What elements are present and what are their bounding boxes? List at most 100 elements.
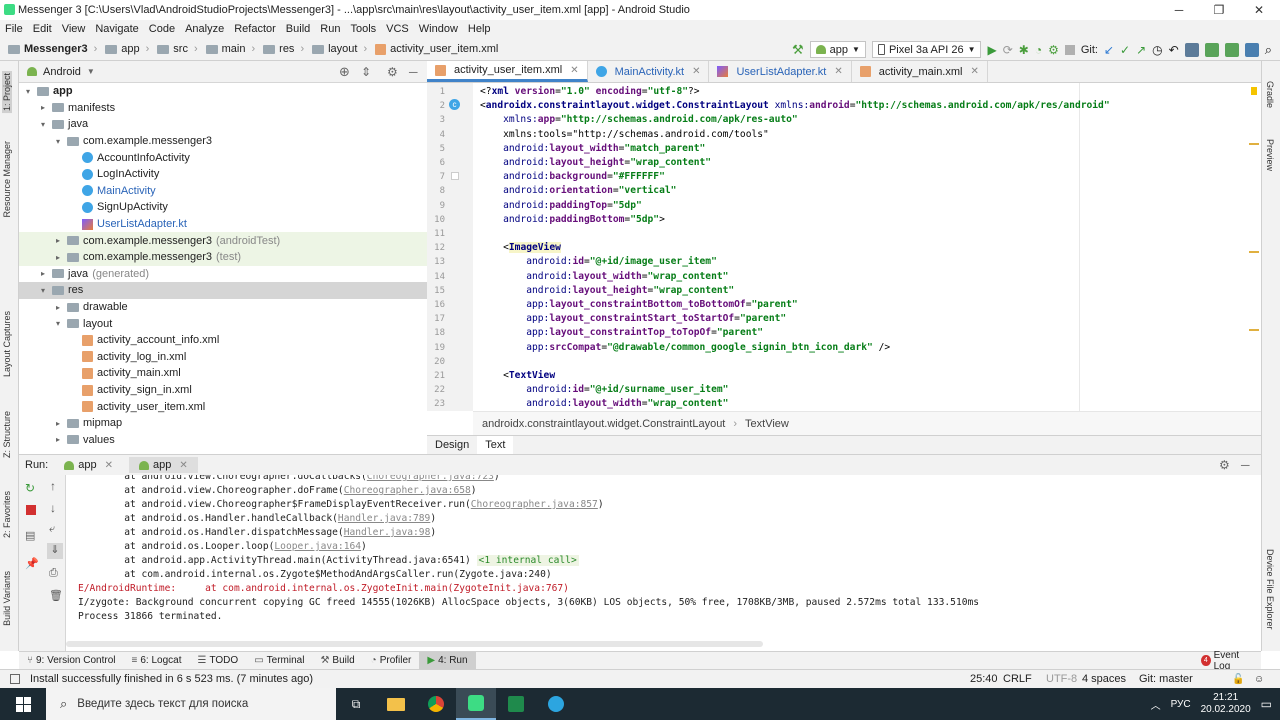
tree-item[interactable]: activity_user_item.xml xyxy=(19,398,427,415)
file-explorer-app[interactable] xyxy=(376,688,416,720)
menu-tools[interactable]: Tools xyxy=(345,23,381,35)
tree-item[interactable]: activity_main.xml xyxy=(19,365,427,382)
close-icon[interactable]: ✕ xyxy=(179,460,187,471)
caret-position[interactable]: 25:40 xyxy=(970,673,998,685)
structure-tab[interactable]: Z: Structure xyxy=(2,411,12,458)
chrome-app[interactable] xyxy=(416,688,456,720)
tree-item[interactable]: ▾ app xyxy=(19,83,427,100)
restore-layout-icon[interactable]: ▤ xyxy=(25,529,35,542)
close-icon[interactable]: ✕ xyxy=(105,460,113,471)
menu-file[interactable]: File xyxy=(0,23,28,35)
close-button[interactable]: ✕ xyxy=(1239,0,1279,20)
chevron-up-icon[interactable]: ︿ xyxy=(1151,697,1161,712)
file-encoding[interactable]: UTF-8 xyxy=(1046,673,1077,685)
resource-manager-tab[interactable]: Resource Manager xyxy=(2,141,12,218)
keyboard-language[interactable]: РУС xyxy=(1171,699,1191,710)
profile-icon[interactable]: ◔ xyxy=(1035,43,1042,57)
project-view-select[interactable]: Android xyxy=(43,66,81,78)
chevron-down-icon[interactable]: ▾ xyxy=(53,137,63,146)
console-text[interactable]: <1 internal call> xyxy=(476,555,579,566)
menu-refactor[interactable]: Refactor xyxy=(229,23,281,35)
run-config-select[interactable]: app ▼ xyxy=(809,41,866,58)
tree-item[interactable]: ▾ java xyxy=(19,116,427,133)
gear-icon[interactable]: ⚙ xyxy=(387,65,398,79)
close-icon[interactable]: ✕ xyxy=(970,66,978,77)
attach-debugger-icon[interactable]: ⚙ xyxy=(1048,43,1059,57)
collapse-icon[interactable]: ⇕ xyxy=(361,65,371,79)
breadcrumb-item[interactable]: androidx.constraintlayout.widget.Constra… xyxy=(482,418,725,430)
run-console[interactable]: at android.view.Choreographer.doCallback… xyxy=(66,475,1261,651)
editor-tab[interactable]: UserListAdapter.kt ✕ xyxy=(709,61,852,82)
menu-view[interactable]: View xyxy=(57,23,91,35)
tree-item[interactable]: activity_log_in.xml xyxy=(19,349,427,366)
taskbar-search-input[interactable]: Введите здесь текст для поиска xyxy=(77,698,248,710)
color-swatch-icon[interactable] xyxy=(451,172,459,180)
breadcrumb-item[interactable]: layout › xyxy=(308,43,371,55)
gradle-tab[interactable]: Gradle xyxy=(1265,81,1275,108)
close-icon[interactable]: ✕ xyxy=(692,66,700,77)
tree-item[interactable]: UserListAdapter.kt xyxy=(19,216,427,233)
gear-icon[interactable]: ⚙ xyxy=(1219,458,1230,472)
console-link[interactable]: Choreographer.java:857 xyxy=(471,499,598,510)
project-structure-icon[interactable] xyxy=(1184,42,1199,57)
debug-icon[interactable]: ✱ xyxy=(1019,43,1029,57)
menu-window[interactable]: Window xyxy=(414,23,463,35)
lock-icon[interactable]: 🔓 xyxy=(1232,674,1244,685)
clock[interactable]: 21:21 20.02.2020 xyxy=(1201,692,1251,716)
tree-item[interactable]: activity_account_info.xml xyxy=(19,332,427,349)
chevron-right-icon[interactable]: ▸ xyxy=(53,303,63,312)
tree-item[interactable]: ▸ java (generated) xyxy=(19,266,427,283)
menu-code[interactable]: Code xyxy=(144,23,180,35)
avd-manager-icon[interactable] xyxy=(1204,42,1219,57)
breadcrumb-item[interactable]: activity_user_item.xml xyxy=(371,43,502,55)
console-link[interactable]: Looper.java:164 xyxy=(274,541,361,552)
breadcrumb-item[interactable]: Messenger3 › xyxy=(4,43,101,55)
preview-tab[interactable]: Preview xyxy=(1265,139,1275,171)
chevron-right-icon[interactable]: ▸ xyxy=(53,253,63,262)
chevron-down-icon[interactable]: ▾ xyxy=(38,286,48,295)
menu-vcs[interactable]: VCS xyxy=(381,23,414,35)
stop-icon[interactable] xyxy=(1064,44,1075,55)
telegram-app[interactable] xyxy=(536,688,576,720)
tree-item[interactable]: LogInActivity xyxy=(19,166,427,183)
close-icon[interactable]: ✕ xyxy=(834,66,842,77)
apply-changes-icon[interactable]: ⟳ xyxy=(1003,43,1013,57)
tree-item[interactable]: ▸ mipmap xyxy=(19,415,427,432)
tree-item[interactable]: activity_sign_in.xml xyxy=(19,382,427,399)
sdk-manager-icon[interactable] xyxy=(1224,42,1239,57)
git-commit-icon[interactable]: ✓ xyxy=(1120,43,1130,57)
chevron-right-icon[interactable]: ▸ xyxy=(38,269,48,278)
console-link[interactable]: Choreographer.java:723 xyxy=(367,475,494,482)
tab-design[interactable]: Design xyxy=(427,436,477,455)
android-studio-app[interactable] xyxy=(456,688,496,720)
locate-icon[interactable]: ⊕ xyxy=(339,64,350,80)
trash-icon[interactable]: 🗑 xyxy=(49,589,63,602)
editor-tab[interactable]: MainActivity.kt ✕ xyxy=(588,61,710,82)
project-tool-tab[interactable]: 1: Project xyxy=(2,71,12,114)
chevron-down-icon[interactable]: ▾ xyxy=(38,120,48,129)
status-message[interactable]: Install successfully finished in 6 s 523… xyxy=(30,673,313,685)
git-push-icon[interactable]: ↗ xyxy=(1136,43,1146,57)
device-file-explorer-tab[interactable]: Device File Explorer xyxy=(1265,549,1275,630)
search-icon[interactable]: ⌕ xyxy=(1265,42,1272,58)
favorites-tab[interactable]: 2: Favorites xyxy=(2,491,12,538)
print-icon[interactable]: ⎙ xyxy=(49,567,58,580)
line-separator[interactable]: CRLF xyxy=(1003,673,1032,685)
tree-item[interactable]: MainActivity xyxy=(19,183,427,200)
excel-app[interactable] xyxy=(496,688,536,720)
git-update-icon[interactable]: ↙ xyxy=(1104,43,1114,57)
scroll-to-end-icon[interactable]: ⇓ xyxy=(47,543,63,559)
run-tab[interactable]: app ✕ xyxy=(54,457,123,473)
console-link[interactable]: Handler.java:98 xyxy=(344,527,431,538)
indent-setting[interactable]: 4 spaces xyxy=(1082,673,1126,685)
rerun-icon[interactable]: ↻ xyxy=(25,481,35,495)
breadcrumb-item[interactable]: TextView xyxy=(745,418,789,430)
layout-captures-tab[interactable]: Layout Captures xyxy=(2,311,12,377)
chevron-down-icon[interactable]: ▾ xyxy=(53,319,63,328)
menu-build[interactable]: Build xyxy=(281,23,315,35)
notifications-icon[interactable]: ▭ xyxy=(1261,697,1272,711)
tree-item[interactable]: SignUpActivity xyxy=(19,199,427,216)
tree-item[interactable]: ▸ com.example.messenger3 (androidTest) xyxy=(19,232,427,249)
tree-item[interactable]: ▸ com.example.messenger3 (test) xyxy=(19,249,427,266)
rollback-icon[interactable]: ↶ xyxy=(1169,43,1179,57)
